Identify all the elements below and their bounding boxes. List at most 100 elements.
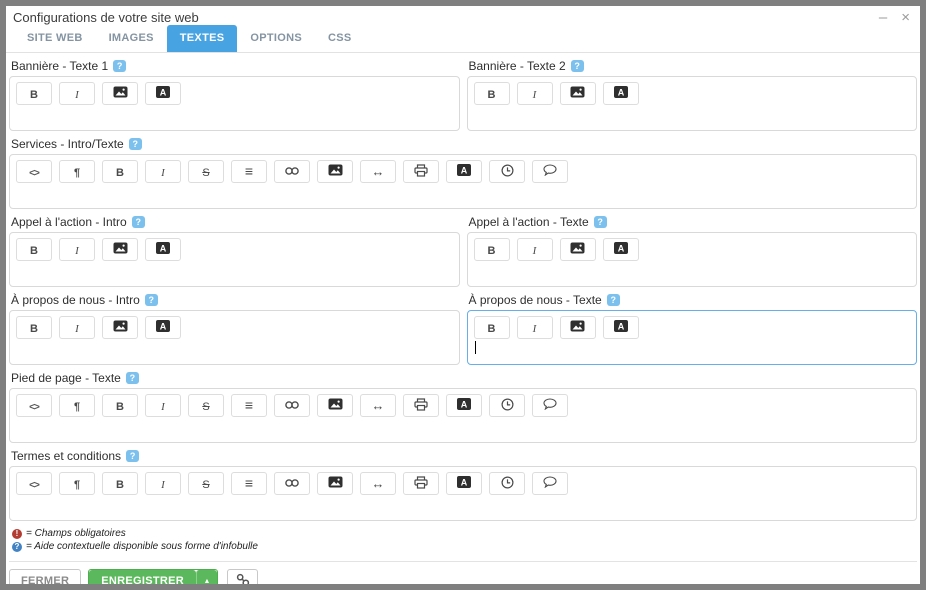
italic-button[interactable]: I [517,316,553,339]
tooltip-help-icon[interactable]: ? [126,372,139,384]
editor-content[interactable] [474,261,911,279]
tab-site-web[interactable]: SITE WEB [14,25,96,52]
tooltip-help-icon[interactable]: ? [132,216,145,228]
font-color-button[interactable]: A [446,160,482,183]
link-button[interactable] [274,394,310,417]
comment-button[interactable] [532,160,568,183]
save-button[interactable]: ENREGISTRER [89,570,196,584]
strikethrough-button[interactable]: S [188,160,224,183]
tooltip-help-icon[interactable]: ? [594,216,607,228]
view-html-button[interactable]: <> [16,394,52,417]
section-appel-action-intro: Appel à l'action - Intro?BIA [9,215,460,287]
print-button[interactable] [403,160,439,183]
tooltip-help-icon[interactable]: ? [145,294,158,306]
italic-button[interactable]: I [59,316,95,339]
tab-images[interactable]: IMAGES [96,25,167,52]
close-icon[interactable]: × [901,10,910,25]
tab-options[interactable]: OPTIONS [237,25,315,52]
save-dropdown-button[interactable]: ▲ [196,570,217,584]
italic-button[interactable]: I [145,472,181,495]
font-color-icon: A [457,476,471,491]
italic-button[interactable]: I [59,238,95,261]
font-color-button[interactable]: A [603,316,639,339]
tooltip-help-icon[interactable]: ? [607,294,620,306]
insert-image-button[interactable] [317,472,353,495]
link-button[interactable] [274,160,310,183]
help-icon: ? [12,542,22,552]
bold-button[interactable]: B [16,316,52,339]
bold-button[interactable]: B [474,238,510,261]
font-color-button[interactable]: A [145,82,181,105]
print-button[interactable] [403,472,439,495]
insert-image-button[interactable] [102,82,138,105]
tab-css[interactable]: CSS [315,25,365,52]
history-button[interactable] [489,160,525,183]
copy-link-button[interactable] [227,569,258,584]
editor-content[interactable] [16,495,910,513]
insert-image-button[interactable] [560,316,596,339]
editor-content[interactable] [16,339,453,357]
font-color-button[interactable]: A [446,394,482,417]
italic-icon: I [75,320,79,335]
font-color-button[interactable]: A [145,238,181,261]
horizontal-rule-button[interactable]: ↔ [360,160,396,183]
insert-image-button[interactable] [102,316,138,339]
font-color-button[interactable]: A [603,238,639,261]
insert-image-button[interactable] [560,238,596,261]
font-color-button[interactable]: A [145,316,181,339]
editor-toolbar: BIA [16,316,453,339]
paragraph-button[interactable]: ¶ [59,160,95,183]
bold-button[interactable]: B [16,82,52,105]
bold-button[interactable]: B [474,316,510,339]
tooltip-help-icon[interactable]: ? [113,60,126,72]
horizontal-rule-button[interactable]: ↔ [360,394,396,417]
italic-button[interactable]: I [59,82,95,105]
insert-image-button[interactable] [317,160,353,183]
font-color-button[interactable]: A [446,472,482,495]
close-button[interactable]: FERMER [9,569,81,584]
insert-image-button[interactable] [560,82,596,105]
bold-button[interactable]: B [102,472,138,495]
editor-content[interactable] [16,183,910,201]
unordered-list-button[interactable]: ≡ [231,160,267,183]
minimize-icon[interactable]: – [879,10,887,25]
italic-button[interactable]: I [517,238,553,261]
editor-content[interactable] [16,105,453,123]
strikethrough-button[interactable]: S [188,394,224,417]
bold-button[interactable]: B [474,82,510,105]
editor-content[interactable] [16,261,453,279]
editor-toolbar: <> ¶ BIS ≡ ↔ A [16,160,910,183]
view-html-button[interactable]: <> [16,160,52,183]
link-button[interactable] [274,472,310,495]
comment-button[interactable] [532,394,568,417]
horizontal-rule-button[interactable]: ↔ [360,472,396,495]
italic-button[interactable]: I [145,160,181,183]
bold-icon: B [30,86,38,101]
editor-content[interactable] [474,339,911,357]
paragraph-button[interactable]: ¶ [59,472,95,495]
tooltip-help-icon[interactable]: ? [129,138,142,150]
editor-content[interactable] [474,105,911,123]
insert-image-button[interactable] [102,238,138,261]
print-button[interactable] [403,394,439,417]
bold-button[interactable]: B [16,238,52,261]
unordered-list-button[interactable]: ≡ [231,394,267,417]
font-color-button[interactable]: A [603,82,639,105]
comment-button[interactable] [532,472,568,495]
bold-button[interactable]: B [102,394,138,417]
section-label-text: Pied de page - Texte [11,371,121,385]
tab-textes[interactable]: TEXTES [167,25,238,52]
editor-content[interactable] [16,417,910,435]
italic-button[interactable]: I [517,82,553,105]
view-html-button[interactable]: <> [16,472,52,495]
strikethrough-button[interactable]: S [188,472,224,495]
tooltip-help-icon[interactable]: ? [571,60,584,72]
history-button[interactable] [489,394,525,417]
bold-button[interactable]: B [102,160,138,183]
unordered-list-button[interactable]: ≡ [231,472,267,495]
paragraph-button[interactable]: ¶ [59,394,95,417]
tooltip-help-icon[interactable]: ? [126,450,139,462]
italic-button[interactable]: I [145,394,181,417]
history-button[interactable] [489,472,525,495]
insert-image-button[interactable] [317,394,353,417]
